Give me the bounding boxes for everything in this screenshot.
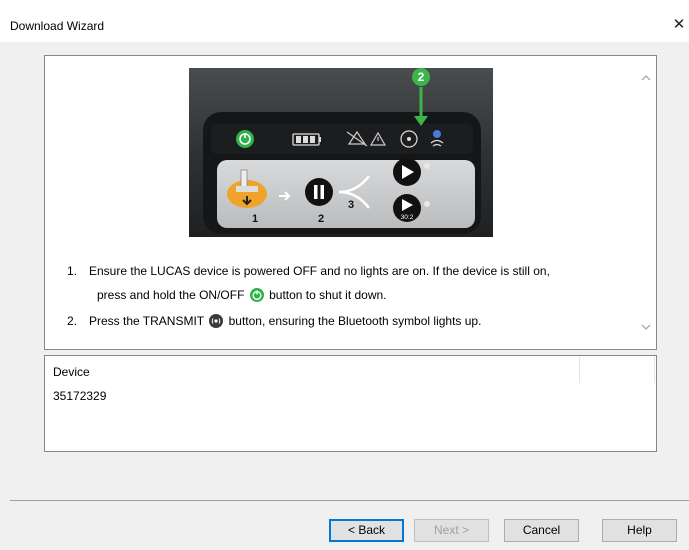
instruction-step-1: 1. Ensure the LUCAS device is powered OFF… <box>67 260 642 284</box>
title-bar: Download Wizard ✕ <box>0 0 689 42</box>
chevron-up-icon[interactable] <box>640 72 652 84</box>
footer-divider <box>10 500 689 501</box>
device-control-panel-image: 2 1 2 3 30:2 <box>189 68 493 237</box>
callout-number: 2 <box>418 70 425 84</box>
step-2-post: button, ensuring the Bluetooth symbol li… <box>228 314 482 328</box>
column-header-device[interactable]: Device <box>53 365 90 379</box>
step-label-3: 3 <box>348 199 354 211</box>
instruction-list: 1. Ensure the LUCAS device is powered OFF… <box>67 260 642 337</box>
cancel-button[interactable]: Cancel <box>504 519 579 542</box>
column-divider[interactable] <box>579 356 580 383</box>
step-number: 2. <box>67 314 78 328</box>
transmit-icon <box>209 313 224 337</box>
power-icon <box>236 130 254 148</box>
pause-button-icon <box>305 178 333 206</box>
power-icon <box>249 287 264 311</box>
close-icon[interactable]: ✕ <box>669 12 689 36</box>
step-label-1: 1 <box>252 213 258 225</box>
step-1-line-1: Ensure the LUCAS device is powered OFF a… <box>89 264 550 278</box>
instruction-step-2: 2. Press the TRANSMIT button, ensuring th… <box>67 310 642 337</box>
device-list-header: Device <box>45 356 656 383</box>
window-title: Download Wizard <box>10 19 105 33</box>
instruction-step-1-cont: press and hold the ON/OFF button to shut… <box>67 284 642 311</box>
step-2-pre: Press the TRANSMIT <box>89 314 204 328</box>
next-button[interactable]: Next > <box>414 519 489 542</box>
step-1-line-2-pre: press and hold the ON/OFF <box>97 287 245 302</box>
button-label-30-2: 30:2 <box>401 214 414 221</box>
device-list[interactable]: Device 35172329 <box>44 355 657 452</box>
step-number: 1. <box>67 264 78 278</box>
step-1-line-2-post: button to shut it down. <box>269 287 387 302</box>
device-row[interactable]: 35172329 <box>53 389 106 403</box>
column-divider[interactable] <box>654 356 655 383</box>
help-button[interactable]: Help <box>602 519 677 542</box>
step-label-2: 2 <box>318 213 324 225</box>
instruction-pane[interactable]: 2 1 2 3 30:2 1. Ensure the LUCAS device … <box>44 55 657 350</box>
back-button[interactable]: < Back <box>329 519 404 542</box>
